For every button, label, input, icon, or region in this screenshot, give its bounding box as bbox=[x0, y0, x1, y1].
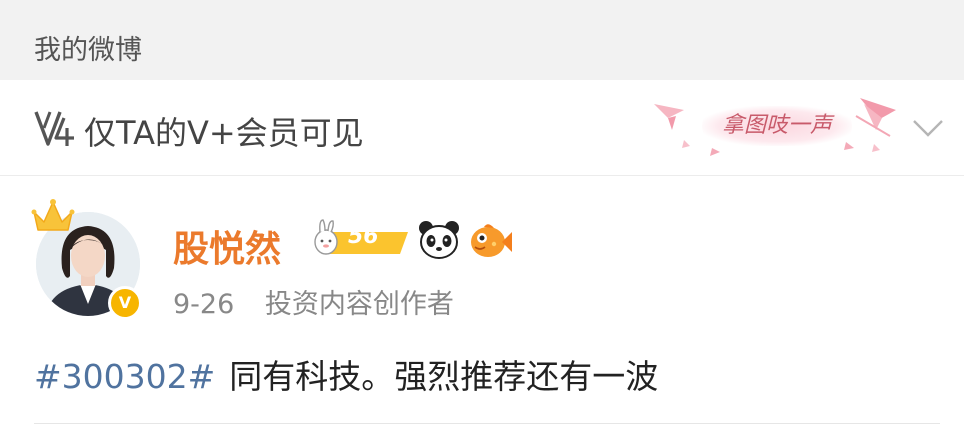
panda-icon[interactable] bbox=[418, 220, 460, 260]
fish-icon[interactable] bbox=[468, 222, 512, 260]
vplus-icon bbox=[34, 111, 74, 146]
crown-icon bbox=[31, 199, 75, 231]
post-date: 9-26 bbox=[173, 289, 235, 320]
level-number: 56 bbox=[348, 224, 379, 249]
stamp-text: 拿图吱一声 bbox=[702, 106, 852, 146]
post-content: #300302# 同有科技。强烈推荐还有一波 bbox=[34, 350, 658, 398]
visibility-label: 仅TA的V+会员可见 bbox=[84, 114, 364, 152]
section-title: 我的微博 bbox=[34, 35, 142, 66]
avatar[interactable]: V bbox=[30, 196, 148, 320]
username[interactable]: 股悦然 bbox=[173, 220, 281, 272]
post-source: 投资内容创作者 bbox=[264, 289, 454, 320]
weibo-post[interactable]: V 股悦然 56 9-26 投资内容创作者 #300302# 同有科技。强烈推荐… bbox=[0, 178, 964, 433]
post-text: 同有科技。强烈推荐还有一波 bbox=[229, 357, 659, 396]
verified-badge: V bbox=[108, 286, 142, 320]
chevron-down-icon[interactable] bbox=[912, 118, 944, 138]
post-meta: 9-26 投资内容创作者 bbox=[173, 282, 454, 321]
level-badge[interactable]: 56 bbox=[310, 218, 410, 260]
section-header: 我的微博 bbox=[0, 0, 964, 80]
divider bbox=[34, 423, 940, 424]
stamp-graphic: 拿图吱一声 bbox=[650, 96, 900, 158]
hashtag-link[interactable]: #300302# bbox=[34, 357, 215, 396]
